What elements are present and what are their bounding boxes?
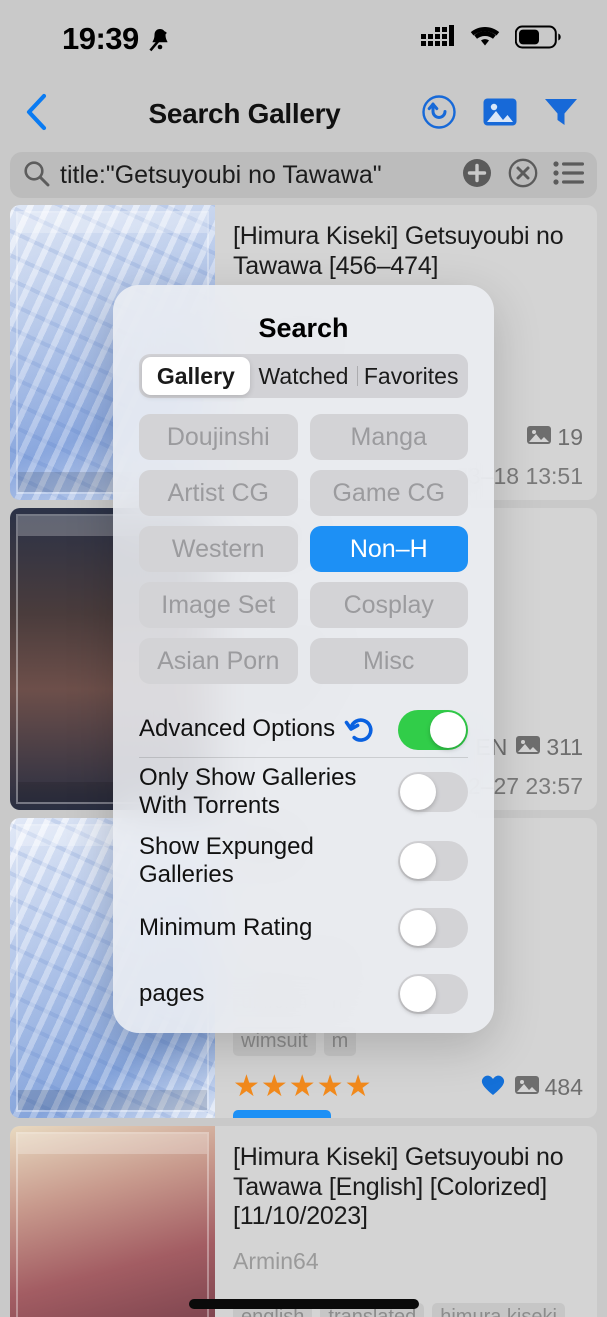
search-bar[interactable]: title:"Getsuyoubi no Tawawa" <box>10 152 597 198</box>
list-item[interactable]: [Himura Kiseki] Getsuyoubi no Tawawa [En… <box>10 1126 597 1317</box>
nav-bar: Search Gallery <box>0 78 607 150</box>
gallery-title: [Himura Kiseki] Getsuyoubi no Tawawa [45… <box>233 222 564 280</box>
gallery-meta: 484 2023–11–07 05:19 <box>393 1073 583 1119</box>
option-toggle-expunged[interactable] <box>398 840 468 881</box>
tab-favorites[interactable]: Favorites <box>357 357 465 395</box>
advanced-options-toggle[interactable] <box>398 709 468 750</box>
pages-value: 484 <box>544 1074 583 1100</box>
reset-arrow-icon[interactable] <box>344 715 376 745</box>
plus-circle-icon[interactable] <box>461 157 493 194</box>
toggle-knob <box>400 910 436 947</box>
app-screen: 19:39 Search Gallery title:"Getsuyoubi n… <box>0 0 607 1317</box>
gallery-meta-line: 484 <box>393 1073 583 1103</box>
page-count: 311 <box>515 734 583 761</box>
search-input[interactable]: title:"Getsuyoubi no Tawawa" <box>60 161 451 190</box>
gallery-thumbnail[interactable] <box>10 1126 215 1317</box>
status-bar-left: 19:39 <box>62 21 172 57</box>
chevron-left-icon <box>25 92 49 137</box>
cellular-signal-icon <box>421 24 455 54</box>
option-label: Only Show Galleries With Torrents <box>139 764 357 820</box>
option-row-minimum-rating: Minimum Rating <box>139 895 468 961</box>
search-icon <box>22 159 50 192</box>
home-indicator <box>188 1299 419 1309</box>
tab-gallery[interactable]: Gallery <box>142 357 250 395</box>
battery-icon <box>514 25 561 54</box>
option-toggle-torrents[interactable] <box>398 772 468 813</box>
tag[interactable]: himura kiseki <box>432 1302 565 1317</box>
options-list: Advanced Options Only Show Galleries Wit… <box>139 702 468 1033</box>
category-doujinshi[interactable]: Doujinshi <box>139 414 298 460</box>
page-title: Search Gallery <box>148 98 341 129</box>
category-image-set[interactable]: Image Set <box>139 582 298 628</box>
favorite-heart-icon[interactable] <box>480 1073 506 1103</box>
wifi-icon <box>469 25 501 54</box>
category-non-h[interactable]: Non–H <box>309 526 468 572</box>
option-label: pages <box>139 980 205 1008</box>
clear-circle-icon[interactable] <box>507 157 539 194</box>
toggle-knob <box>400 774 436 811</box>
pages-icon <box>514 1074 540 1101</box>
category-asian-porn[interactable]: Asian Porn <box>139 638 298 684</box>
category-grid: Doujinshi Manga Artist CG Game CG Wester… <box>139 414 468 684</box>
option-toggle-pages[interactable] <box>398 974 468 1015</box>
option-row-pages: pages <box>139 961 468 1027</box>
back-button[interactable] <box>6 92 68 137</box>
option-toggle-minimum-rating[interactable] <box>398 908 468 949</box>
status-bar: 19:39 <box>0 0 607 78</box>
advanced-options-row: Advanced Options <box>139 702 468 758</box>
gallery-info: [Himura Kiseki] Getsuyoubi no Tawawa [En… <box>215 1126 597 1317</box>
pages-icon <box>526 424 552 451</box>
modal-title: Search <box>258 313 349 343</box>
status-time: 19:39 <box>62 21 139 56</box>
category-badge[interactable]: Non–H <box>233 1109 331 1118</box>
history-refresh-icon[interactable] <box>421 94 457 135</box>
gallery-uploader[interactable]: Armin64 <box>233 1248 583 1275</box>
category-western[interactable]: Western <box>139 526 298 572</box>
gallery-date: 2023–11–07 05:19 <box>393 1115 583 1119</box>
search-modal: Search Gallery Watched Favorites Doujins… <box>113 285 494 1033</box>
gallery-footer: ★★★★★ Non–H 484 <box>233 1069 583 1119</box>
page-count: 484 <box>514 1074 583 1101</box>
category-manga[interactable]: Manga <box>309 414 468 460</box>
advanced-options-label: Advanced Options <box>139 715 336 743</box>
toggle-knob <box>400 842 436 879</box>
nav-icon-group <box>421 94 579 135</box>
search-scope-segmented-control[interactable]: Gallery Watched Favorites <box>139 354 468 398</box>
category-artist-cg[interactable]: Artist CG <box>139 470 298 516</box>
option-label: Minimum Rating <box>139 914 313 942</box>
category-cosplay[interactable]: Cosplay <box>309 582 468 628</box>
rating-stars: ★★★★★ <box>233 1069 373 1103</box>
option-label: Show Expunged Galleries <box>139 832 314 888</box>
list-icon[interactable] <box>553 159 585 192</box>
gallery-title: [Himura Kiseki] Getsuyoubi no Tawawa [En… <box>233 1143 564 1230</box>
toggle-knob <box>400 976 436 1013</box>
category-game-cg[interactable]: Game CG <box>309 470 468 516</box>
disable-default-filters-row: Disable default filters <box>139 1027 468 1033</box>
category-misc[interactable]: Misc <box>309 638 468 684</box>
page-count: 19 <box>526 424 583 451</box>
pages-value: 19 <box>557 424 583 450</box>
tab-watched[interactable]: Watched <box>250 357 358 395</box>
toggle-knob <box>430 711 466 748</box>
option-row-torrents: Only Show Galleries With Torrents <box>139 758 468 827</box>
filter-funnel-icon[interactable] <box>543 96 579 133</box>
image-icon[interactable] <box>482 96 518 133</box>
status-bar-right <box>421 24 561 54</box>
bell-slash-icon <box>148 26 172 52</box>
pages-value: 311 <box>546 733 583 760</box>
pages-icon <box>515 734 541 761</box>
option-row-expunged: Show Expunged Galleries <box>139 827 468 896</box>
rating-and-category: ★★★★★ Non–H <box>233 1069 373 1118</box>
search-actions <box>461 157 585 194</box>
